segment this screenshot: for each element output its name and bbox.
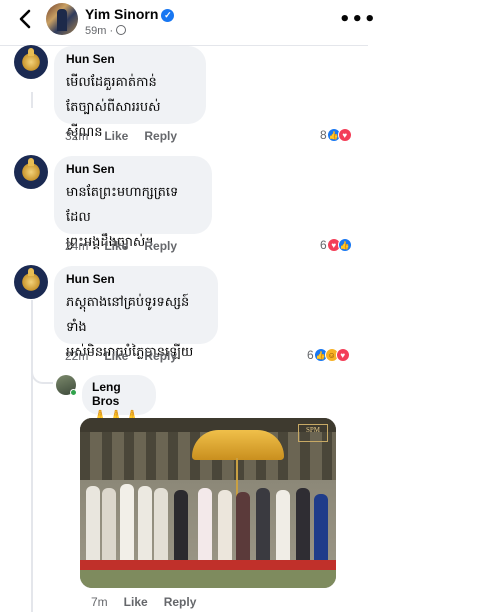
thread-line: [31, 92, 33, 108]
online-status-icon: [70, 389, 77, 396]
reply-actions: 7m Like Reply: [91, 595, 212, 609]
more-options-icon[interactable]: •••: [339, 9, 377, 30]
commenter-avatar[interactable]: [14, 155, 48, 189]
comment-text-line: មានតែព្រះមហាក្សត្រទេដែល: [66, 185, 179, 225]
comment-time[interactable]: 32m: [65, 129, 88, 143]
comment-bubble: Hun Sen មានតែព្រះមហាក្សត្រទេដែល ព្រះអង្គ…: [54, 156, 212, 250]
person-figure: [276, 490, 290, 562]
comment-text-line: ភស្តុតាងនៅគ្រប់ទូរទស្សន៍ទាំង: [66, 295, 190, 335]
person-figure: [86, 486, 100, 562]
person-figure: [102, 488, 116, 562]
comment-author[interactable]: Hun Sen: [66, 52, 194, 66]
comment-time[interactable]: 22m: [65, 349, 88, 363]
person-figure: [218, 490, 232, 564]
reaction-count: 6: [307, 348, 314, 362]
verified-badge-icon: ✓: [161, 9, 175, 22]
like-button[interactable]: Like: [104, 349, 128, 363]
love-reaction-icon: ♥: [335, 348, 350, 362]
comment-text-line: មើលដែគួរគាត់កាន់: [66, 75, 157, 90]
commenter-avatar[interactable]: [14, 265, 48, 299]
love-reaction-icon: ♥: [337, 128, 352, 142]
reply-button[interactable]: Reply: [164, 595, 197, 609]
comment-author[interactable]: Hun Sen: [66, 272, 206, 286]
reply-connector: [31, 360, 53, 384]
royal-emblem-icon: [20, 268, 42, 293]
like-button[interactable]: Like: [104, 129, 128, 143]
reaction-count: 8: [320, 128, 327, 142]
reaction-summary[interactable]: 6 👍 ☺ ♥: [307, 348, 350, 362]
author-name-row[interactable]: Yim Sinorn ✓: [85, 6, 175, 22]
reaction-count: 6: [320, 238, 327, 252]
reaction-summary[interactable]: 6 ♥ 👍: [320, 238, 352, 252]
comment-actions: 24m Like Reply: [65, 239, 193, 253]
reaction-summary[interactable]: 8 👍 ♥: [320, 128, 352, 142]
thread-line: [31, 300, 33, 612]
back-arrow-icon[interactable]: [16, 8, 34, 30]
comment-time[interactable]: 24m: [65, 239, 88, 253]
reply-button[interactable]: Reply: [144, 129, 177, 143]
spm-watermark: SPM: [298, 424, 328, 442]
author-name[interactable]: Yim Sinorn: [85, 6, 158, 22]
reply-photo[interactable]: SPM: [80, 418, 336, 588]
post-time-row: 59m ·: [85, 25, 127, 37]
reply-button[interactable]: Reply: [144, 349, 177, 363]
comment-actions: 32m Like Reply: [65, 129, 193, 143]
post-header: Yim Sinorn ✓ 59m · •••: [0, 0, 376, 46]
royal-emblem-icon: [20, 48, 42, 73]
reply-time[interactable]: 7m: [91, 595, 108, 609]
reply-button[interactable]: Reply: [144, 239, 177, 253]
author-avatar[interactable]: [46, 3, 78, 35]
public-globe-icon: [116, 25, 127, 35]
person-figure: [120, 484, 134, 562]
person-figure: [138, 486, 152, 562]
person-figure: [236, 492, 250, 562]
post-time[interactable]: 59m ·: [85, 25, 113, 37]
lawn: [80, 570, 336, 588]
person-figure: [154, 488, 168, 562]
royal-emblem-icon: [20, 158, 42, 183]
like-reaction-icon: 👍: [337, 238, 352, 252]
comment-actions: 22m Like Reply: [65, 349, 193, 363]
like-button[interactable]: Like: [104, 239, 128, 253]
reply-bubble: Leng Bros 🙏🙏🙏: [82, 375, 156, 425]
person-figure: [174, 490, 188, 562]
comment-bubble: Hun Sen ភស្តុតាងនៅគ្រប់ទូរទស្សន៍ទាំង អស់…: [54, 266, 218, 360]
ceremonial-umbrella: [192, 430, 284, 553]
person-figure: [296, 488, 310, 562]
like-button[interactable]: Like: [124, 595, 148, 609]
comment-bubble: Hun Sen មើលដែគួរគាត់កាន់ តែច្បាស់ពីសាររប…: [54, 46, 206, 140]
comment-author[interactable]: Hun Sen: [66, 162, 200, 176]
person-figure: [198, 488, 212, 564]
commenter-avatar[interactable]: [14, 45, 48, 79]
person-figure: [256, 488, 270, 562]
reply-author[interactable]: Leng Bros: [92, 380, 146, 408]
red-carpet: [80, 560, 336, 570]
